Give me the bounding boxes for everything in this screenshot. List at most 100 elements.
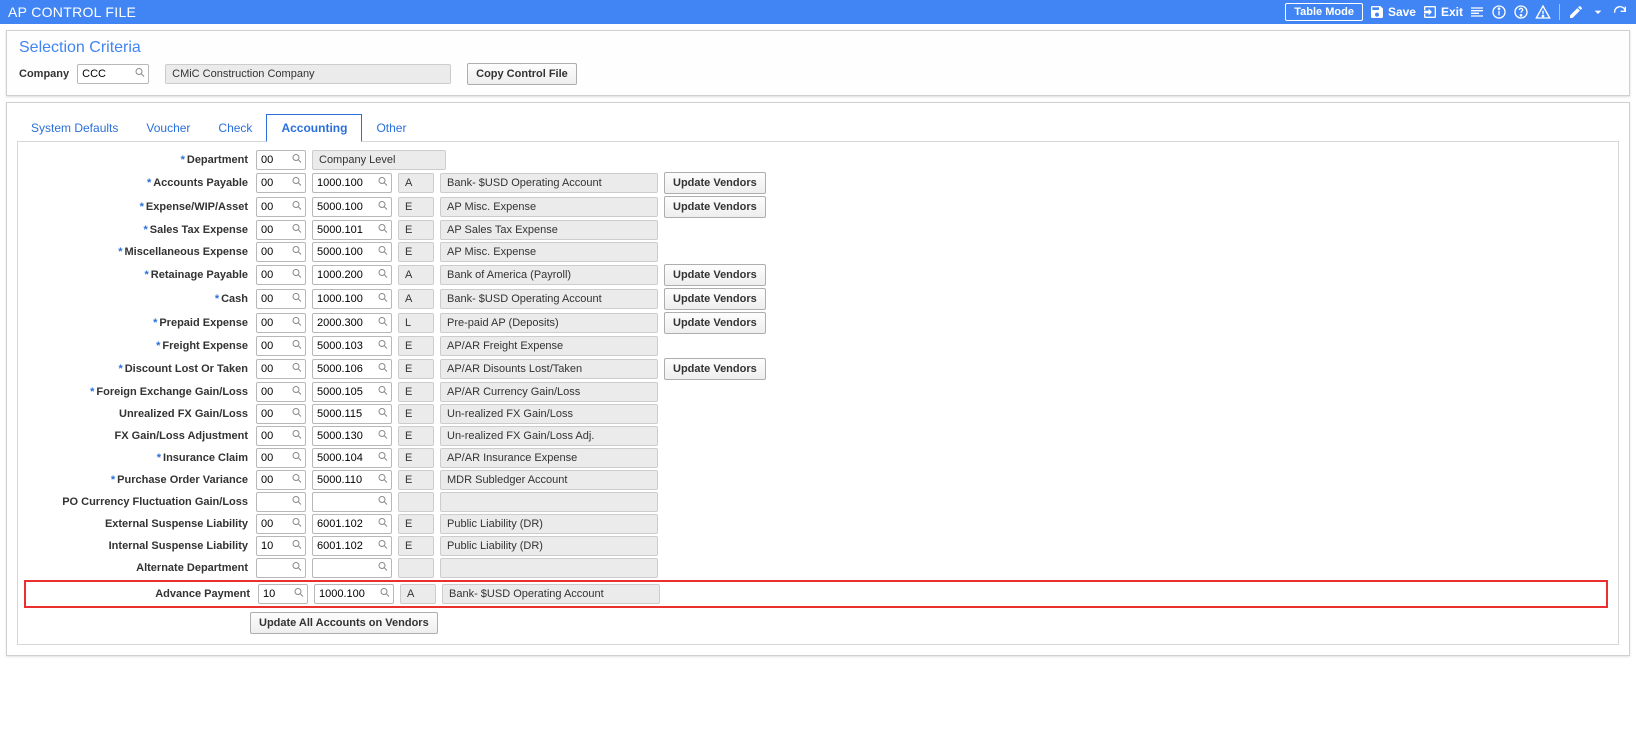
tab-voucher[interactable]: Voucher bbox=[132, 115, 204, 141]
update-vendors-button-expense_wip_asset[interactable]: Update Vendors bbox=[664, 196, 766, 218]
refresh-icon[interactable] bbox=[1612, 4, 1628, 20]
update-vendors-button-retainage_payable[interactable]: Update Vendors bbox=[664, 264, 766, 286]
dept-input-freight_expense[interactable] bbox=[256, 336, 306, 356]
dept-input-advance_payment[interactable] bbox=[258, 584, 308, 604]
dept-input-fx_adjustment[interactable] bbox=[256, 426, 306, 446]
type-unrealized_fx: E bbox=[398, 404, 434, 424]
dropdown-icon[interactable] bbox=[1590, 4, 1606, 20]
save-button[interactable]: Save bbox=[1369, 4, 1416, 20]
acct-input-misc_expense[interactable] bbox=[312, 242, 392, 262]
row-retainage_payable: *Retainage Payable ABank of America (Pay… bbox=[28, 264, 1608, 286]
dept-input-alt_department[interactable] bbox=[256, 558, 306, 578]
acct-input-fx_adjustment[interactable] bbox=[312, 426, 392, 446]
dept-input-insurance_claim[interactable] bbox=[256, 448, 306, 468]
acct-input-cash[interactable] bbox=[312, 289, 392, 309]
tab-accounting[interactable]: Accounting bbox=[266, 114, 362, 142]
row-unrealized_fx: Unrealized FX Gain/Loss E Un-realized FX … bbox=[28, 404, 1608, 424]
acct-input-advance_payment[interactable] bbox=[314, 584, 394, 604]
dept-desc-department: Company Level bbox=[312, 150, 446, 170]
row-fx_gain_loss: *Foreign Exchange Gain/Loss EAP/AR Curre… bbox=[28, 382, 1608, 402]
update-vendors-button-prepaid_expense[interactable]: Update Vendors bbox=[664, 312, 766, 334]
label-cash: *Cash bbox=[28, 293, 250, 305]
row-advance_payment: Advance Payment ABank- $USD Operating Ac… bbox=[24, 580, 1608, 608]
acct-input-prepaid_expense[interactable] bbox=[312, 313, 392, 333]
dept-input-retainage_payable[interactable] bbox=[256, 265, 306, 285]
type-expense_wip_asset: E bbox=[398, 197, 434, 217]
acct-input-po_currency_fluct[interactable] bbox=[312, 492, 392, 512]
acct-input-alt_department[interactable] bbox=[312, 558, 392, 578]
copy-control-file-button[interactable]: Copy Control File bbox=[467, 63, 577, 85]
header-tools: Table Mode Save Exit bbox=[1285, 3, 1628, 21]
notes-icon[interactable] bbox=[1469, 4, 1485, 20]
label-discount_lost_taken: *Discount Lost Or Taken bbox=[28, 363, 250, 375]
label-fx_gain_loss: *Foreign Exchange Gain/Loss bbox=[28, 386, 250, 398]
acct-input-retainage_payable[interactable] bbox=[312, 265, 392, 285]
row-po_variance: *Purchase Order Variance EMDR Subledger … bbox=[28, 470, 1608, 490]
dept-input-accounts_payable[interactable] bbox=[256, 173, 306, 193]
desc-unrealized_fx: Un-realized FX Gain/Loss bbox=[440, 404, 658, 424]
acct-input-discount_lost_taken[interactable] bbox=[312, 359, 392, 379]
acct-input-freight_expense[interactable] bbox=[312, 336, 392, 356]
update-vendors-button-discount_lost_taken[interactable]: Update Vendors bbox=[664, 358, 766, 380]
desc-accounts_payable: Bank- $USD Operating Account bbox=[440, 173, 658, 193]
label-unrealized_fx: Unrealized FX Gain/Loss bbox=[28, 408, 250, 420]
acct-input-ext_suspense[interactable] bbox=[312, 514, 392, 534]
update-vendors-button-cash[interactable]: Update Vendors bbox=[664, 288, 766, 310]
dept-input-fx_gain_loss[interactable] bbox=[256, 382, 306, 402]
acct-input-unrealized_fx[interactable] bbox=[312, 404, 392, 424]
row-insurance_claim: *Insurance Claim EAP/AR Insurance Expens… bbox=[28, 448, 1608, 468]
dept-input-unrealized_fx[interactable] bbox=[256, 404, 306, 424]
dept-input-po_currency_fluct[interactable] bbox=[256, 492, 306, 512]
type-accounts_payable: A bbox=[398, 173, 434, 193]
type-fx_adjustment: E bbox=[398, 426, 434, 446]
update-all-accounts-button[interactable]: Update All Accounts on Vendors bbox=[250, 612, 438, 634]
row-freight_expense: *Freight Expense EAP/AR Freight Expense bbox=[28, 336, 1608, 356]
label-freight_expense: *Freight Expense bbox=[28, 340, 250, 352]
dept-input-cash[interactable] bbox=[256, 289, 306, 309]
edit-icon[interactable] bbox=[1568, 4, 1584, 20]
row-po_currency_fluct: PO Currency Fluctuation Gain/Loss bbox=[28, 492, 1608, 512]
info-icon[interactable] bbox=[1491, 4, 1507, 20]
label-expense_wip_asset: *Expense/WIP/Asset bbox=[28, 201, 250, 213]
warning-icon[interactable] bbox=[1535, 4, 1551, 20]
label-prepaid_expense: *Prepaid Expense bbox=[28, 317, 250, 329]
row-sales_tax_expense: *Sales Tax Expense EAP Sales Tax Expense bbox=[28, 220, 1608, 240]
type-retainage_payable: A bbox=[398, 265, 434, 285]
dept-input-department[interactable] bbox=[256, 150, 306, 170]
update-vendors-button-accounts_payable[interactable]: Update Vendors bbox=[664, 172, 766, 194]
acct-input-po_variance[interactable] bbox=[312, 470, 392, 490]
tab-system-defaults[interactable]: System Defaults bbox=[17, 115, 132, 141]
acct-input-insurance_claim[interactable] bbox=[312, 448, 392, 468]
table-mode-button[interactable]: Table Mode bbox=[1285, 3, 1363, 21]
label-fx_adjustment: FX Gain/Loss Adjustment bbox=[28, 430, 250, 442]
acct-input-expense_wip_asset[interactable] bbox=[312, 197, 392, 217]
desc-ext_suspense: Public Liability (DR) bbox=[440, 514, 658, 534]
acct-input-accounts_payable[interactable] bbox=[312, 173, 392, 193]
dept-input-ext_suspense[interactable] bbox=[256, 514, 306, 534]
type-cash: A bbox=[398, 289, 434, 309]
selection-criteria-title: Selection Criteria bbox=[19, 39, 1617, 57]
help-icon[interactable] bbox=[1513, 4, 1529, 20]
dept-input-int_suspense[interactable] bbox=[256, 536, 306, 556]
acct-input-int_suspense[interactable] bbox=[312, 536, 392, 556]
type-sales_tax_expense: E bbox=[398, 220, 434, 240]
company-code-input[interactable] bbox=[77, 64, 149, 84]
acct-input-fx_gain_loss[interactable] bbox=[312, 382, 392, 402]
dept-input-sales_tax_expense[interactable] bbox=[256, 220, 306, 240]
company-label: Company bbox=[19, 68, 69, 80]
desc-fx_adjustment: Un-realized FX Gain/Loss Adj. bbox=[440, 426, 658, 446]
acct-input-sales_tax_expense[interactable] bbox=[312, 220, 392, 240]
tab-check[interactable]: Check bbox=[204, 115, 266, 141]
exit-button[interactable]: Exit bbox=[1422, 4, 1463, 20]
header-bar: AP CONTROL FILE Table Mode Save Exit bbox=[0, 0, 1636, 24]
label-advance_payment: Advance Payment bbox=[30, 588, 252, 600]
dept-input-expense_wip_asset[interactable] bbox=[256, 197, 306, 217]
desc-advance_payment: Bank- $USD Operating Account bbox=[442, 584, 660, 604]
dept-input-misc_expense[interactable] bbox=[256, 242, 306, 262]
type-freight_expense: E bbox=[398, 336, 434, 356]
dept-input-prepaid_expense[interactable] bbox=[256, 313, 306, 333]
label-misc_expense: *Miscellaneous Expense bbox=[28, 246, 250, 258]
dept-input-po_variance[interactable] bbox=[256, 470, 306, 490]
tab-other[interactable]: Other bbox=[362, 115, 420, 141]
dept-input-discount_lost_taken[interactable] bbox=[256, 359, 306, 379]
